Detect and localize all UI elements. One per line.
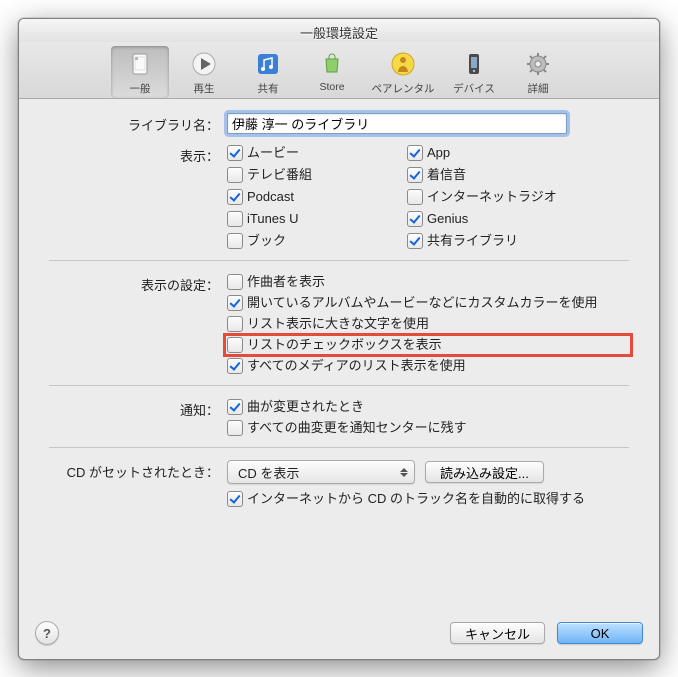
window-title: 一般環境設定: [19, 19, 659, 42]
show-section-label: 表示：: [49, 144, 227, 165]
checkbox-large-text[interactable]: リスト表示に大きな文字を使用: [227, 315, 629, 333]
checkbox-itunesu[interactable]: iTunes U: [227, 210, 407, 228]
tab-store[interactable]: Store: [303, 46, 361, 98]
parental-icon: [388, 49, 418, 79]
popup-value: CD を表示: [238, 463, 299, 482]
gear-icon: [523, 49, 553, 79]
cd-action-popup[interactable]: CD を表示: [227, 460, 415, 484]
checkbox-books[interactable]: ブック: [227, 232, 407, 250]
tab-advanced[interactable]: 詳細: [509, 46, 567, 98]
tab-sharing[interactable]: 共有: [239, 46, 297, 98]
toolbar: 一般 再生 共有 Store: [19, 42, 659, 99]
play-icon: [189, 49, 219, 79]
help-button[interactable]: ?: [35, 621, 59, 645]
preferences-window: 一般環境設定 一般 再生 共有: [18, 18, 660, 660]
import-settings-button[interactable]: 読み込み設定...: [425, 461, 544, 483]
device-icon: [459, 49, 489, 79]
view-settings-label: 表示の設定：: [49, 273, 227, 294]
tab-general[interactable]: 一般: [111, 46, 169, 98]
music-notes-icon: [253, 49, 283, 79]
tab-label: 再生: [194, 81, 215, 96]
checkbox-tv[interactable]: テレビ番組: [227, 166, 407, 184]
checkbox-show-list-checkboxes[interactable]: リストのチェックボックスを表示: [227, 336, 629, 354]
tab-label: 詳細: [528, 81, 549, 96]
general-icon: [125, 49, 155, 79]
checkbox-apps[interactable]: App: [407, 144, 629, 162]
footer: ? キャンセル OK: [19, 611, 659, 659]
checkbox-keep-in-notification-center[interactable]: すべての曲変更を通知センターに残す: [227, 419, 629, 437]
tab-label: Store: [319, 81, 344, 93]
checkbox-custom-colors[interactable]: 開いているアルバムやムービーなどにカスタムカラーを使用: [227, 294, 629, 312]
checkbox-genius[interactable]: Genius: [407, 210, 629, 228]
checkbox-internet-radio[interactable]: インターネットラジオ: [407, 188, 629, 206]
library-name-input[interactable]: [227, 113, 567, 134]
tab-label: ペアレンタル: [372, 81, 435, 96]
tab-playback[interactable]: 再生: [175, 46, 233, 98]
tab-label: 共有: [258, 81, 279, 96]
tab-devices[interactable]: デバイス: [445, 46, 503, 98]
library-name-label: ライブラリ名：: [49, 113, 227, 134]
checkbox-movies[interactable]: ムービー: [227, 144, 407, 162]
updown-arrows-icon: [400, 468, 408, 477]
help-icon: ?: [43, 626, 51, 641]
divider: [49, 447, 629, 448]
cancel-button[interactable]: キャンセル: [450, 622, 545, 644]
checkbox-shared-libraries[interactable]: 共有ライブラリ: [407, 232, 629, 250]
highlighted-option: リストのチェックボックスを表示: [225, 335, 631, 355]
content-area: ライブラリ名： 表示： ムービー App テレビ番組 着信音 Podcast イ…: [19, 99, 659, 611]
notifications-label: 通知：: [49, 398, 227, 419]
tab-label: 一般: [130, 81, 151, 96]
divider: [49, 385, 629, 386]
checkbox-podcasts[interactable]: Podcast: [227, 188, 407, 206]
checkbox-song-changes[interactable]: 曲が変更されたとき: [227, 398, 629, 416]
divider: [49, 260, 629, 261]
checkbox-list-view-all-media[interactable]: すべてのメディアのリスト表示を使用: [227, 357, 629, 375]
tab-label: デバイス: [453, 81, 495, 96]
store-bag-icon: [317, 49, 347, 79]
tab-parental[interactable]: ペアレンタル: [367, 46, 439, 98]
cd-insert-label: CD がセットされたとき：: [49, 460, 227, 481]
checkbox-ringtones[interactable]: 着信音: [407, 166, 629, 184]
checkbox-auto-cd-track-names[interactable]: インターネットから CD のトラック名を自動的に取得する: [227, 490, 629, 508]
checkbox-show-composer[interactable]: 作曲者を表示: [227, 273, 629, 291]
ok-button[interactable]: OK: [557, 622, 643, 644]
